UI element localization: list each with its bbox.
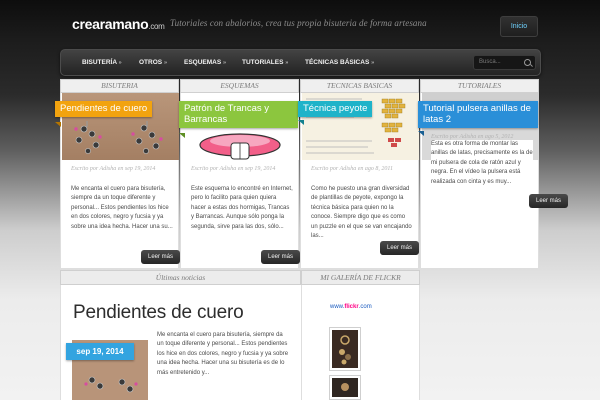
post-title[interactable]: Tutorial pulsera anillas de latas 2 xyxy=(418,101,538,128)
post-card: Tutorial pulsera anillas de latas 2 Escr… xyxy=(418,93,539,268)
read-more-button[interactable]: Leer más xyxy=(141,250,180,264)
home-button[interactable]: Inicio xyxy=(500,16,538,37)
nav-label: BISUTERÍA xyxy=(82,59,117,66)
nav-label: TUTORIALES xyxy=(242,59,284,66)
ribbon-fold xyxy=(55,122,61,127)
chevron-right-icon: » xyxy=(163,60,167,66)
post-excerpt: Esta es otra forma de montar las anillas… xyxy=(431,140,533,188)
flickr-link-suffix: .com xyxy=(358,304,372,310)
latest-news-panel: Pendientes de cuero sep 19, 2014 Me enca… xyxy=(60,285,301,400)
nav-label: OTROS xyxy=(139,59,163,66)
read-more-button[interactable]: Leer más xyxy=(529,194,568,208)
post-excerpt: Como he puesto una gran diversidad de pl… xyxy=(311,186,412,240)
ribbon-fold xyxy=(418,131,424,136)
flickr-link[interactable]: www.flickr.com xyxy=(330,304,372,310)
flickr-panel: www.flickr.com xyxy=(301,285,420,400)
site-tagline: Tutoriales con abalorios, crea tus propi… xyxy=(170,18,427,28)
nav-item-esquemas[interactable]: ESQUEMAS » xyxy=(184,50,226,75)
date-badge: sep 19, 2014 xyxy=(66,343,134,360)
flickr-gallery-header: MI GALERÍA DE FLICKR xyxy=(301,270,420,285)
logo-text: crearamano xyxy=(72,16,149,32)
nav-label: TÉCNICAS BÁSICAS xyxy=(305,59,370,66)
flickr-link-prefix: www. xyxy=(330,304,345,310)
post-meta: Escrito por Adisha en ago 8, 2011 xyxy=(311,166,393,172)
column-header-esquemas[interactable]: ESQUEMAS xyxy=(180,79,299,93)
search-icon[interactable] xyxy=(524,59,531,66)
nav-item-tecnicas-basicas[interactable]: TÉCNICAS BÁSICAS » xyxy=(305,50,374,75)
logo-tld: .com xyxy=(148,22,165,31)
flickr-brand: flickr xyxy=(344,304,359,310)
post-meta: Escrito por Adisha en sep 19, 2014 xyxy=(71,166,156,172)
flickr-photo[interactable] xyxy=(329,327,361,371)
chevron-right-icon: » xyxy=(223,60,227,66)
nav-item-bisuteria[interactable]: BISUTERÍA » xyxy=(82,50,122,75)
column-header-tutoriales[interactable]: TUTORIALES xyxy=(420,79,539,93)
main-nav: BISUTERÍA » OTROS » ESQUEMAS » TUTORIALE… xyxy=(60,49,541,76)
search-placeholder: Busca... xyxy=(479,59,501,65)
post-card: Patrón de Trancas y Barrancas Escrito po… xyxy=(179,93,299,268)
read-more-button[interactable]: Leer más xyxy=(261,250,300,264)
search-input[interactable]: Busca... xyxy=(473,55,536,70)
post-title[interactable]: Pendientes de cuero xyxy=(55,101,153,117)
post-excerpt: Me encanta el cuero para bisutería, siem… xyxy=(71,186,173,230)
chevron-right-icon: » xyxy=(285,60,289,66)
ribbon-fold xyxy=(179,133,185,138)
nav-item-otros[interactable]: OTROS » xyxy=(139,50,167,75)
ribbon-fold xyxy=(298,120,304,125)
site-logo[interactable]: crearamano.com xyxy=(72,16,165,32)
post-card: Pendientes de cuero Escrito por Adisha e… xyxy=(55,93,179,268)
news-excerpt: Me encanta el cuero para bisutería, siem… xyxy=(157,332,289,376)
chevron-right-icon: » xyxy=(371,60,375,66)
post-title[interactable]: Técnica peyote xyxy=(298,101,373,117)
latest-news-header: Últimas noticias xyxy=(60,270,301,285)
flickr-photo[interactable] xyxy=(329,375,361,400)
post-excerpt: Este esquema lo encontré en Internet, pe… xyxy=(191,186,293,230)
news-title[interactable]: Pendientes de cuero xyxy=(73,302,244,324)
post-title[interactable]: Patrón de Trancas y Barrancas xyxy=(179,101,298,128)
column-header-bisuteria[interactable]: BISUTERIA xyxy=(60,79,179,93)
column-header-tecnicas[interactable]: TECNICAS BASICAS xyxy=(300,79,419,93)
nav-item-tutoriales[interactable]: TUTORIALES » xyxy=(242,50,288,75)
chevron-right-icon: » xyxy=(118,60,122,66)
post-meta: Escrito por Adisha en sep 19, 2014 xyxy=(191,166,276,172)
nav-label: ESQUEMAS xyxy=(184,59,222,66)
read-more-button[interactable]: Leer más xyxy=(380,241,419,255)
